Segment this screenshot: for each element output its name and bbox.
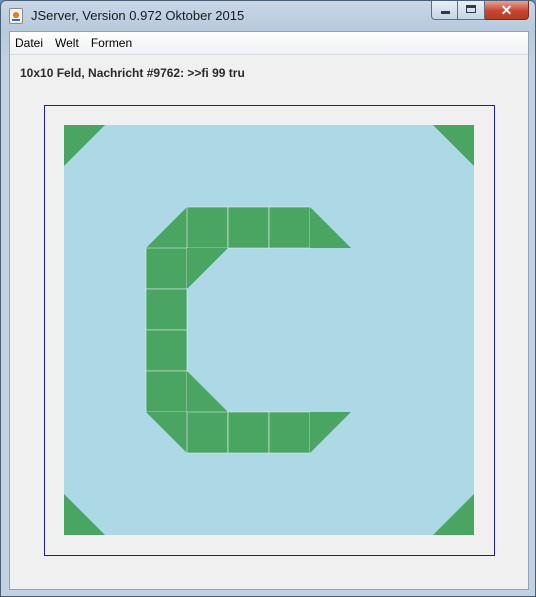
menu-formen[interactable]: Formen [85,32,138,54]
jserver-window: JServer, Version 0.972 Oktober 2015 ✕ Da… [0,0,536,597]
board-cell-square-r5-c2 [145,329,188,372]
board-cell-square-r4-c2 [145,288,188,331]
board-cell-square-r2-c3 [186,206,229,249]
menu-bar: Datei Welt Formen [10,32,528,55]
board-cell-square-r6-c2 [145,370,188,413]
board-cell-square-r7-c3 [186,411,229,454]
window-title: JServer, Version 0.972 Oktober 2015 [31,8,245,23]
close-icon: ✕ [500,2,513,18]
status-message: 10x10 Feld, Nachricht #9762: >>fi 99 tru [20,66,245,80]
board-cell-square-r3-c2 [145,247,188,290]
board-background [64,125,474,535]
board-cell-square-r2-c4 [227,206,270,249]
game-board[interactable] [64,125,474,535]
board-cell-square-r2-c5 [268,206,311,249]
menu-welt[interactable]: Welt [49,32,85,54]
board-cell-square-r7-c5 [268,411,311,454]
board-cell-square-r7-c4 [227,411,270,454]
close-button[interactable]: ✕ [485,1,529,20]
title-bar[interactable]: JServer, Version 0.972 Oktober 2015 ✕ [1,1,535,31]
java-app-icon[interactable] [9,8,23,24]
minimize-button[interactable] [431,1,458,20]
client-area: Datei Welt Formen 10x10 Feld, Nachricht … [9,31,529,590]
maximize-button[interactable] [458,1,485,20]
minimize-icon [441,11,450,14]
menu-datei[interactable]: Datei [10,32,49,54]
board-frame [44,105,495,556]
maximize-icon [466,5,476,13]
window-controls: ✕ [431,1,529,21]
